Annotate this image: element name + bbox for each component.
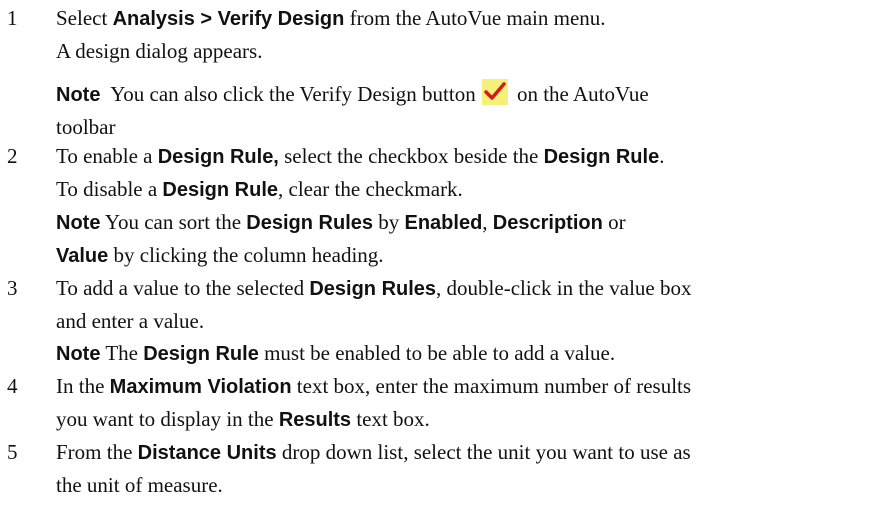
term: Design Rule	[162, 179, 278, 201]
note-label: Note	[56, 343, 101, 365]
step-number: 1	[7, 6, 18, 30]
text: A design dialog appears.	[56, 39, 263, 63]
text: From the	[56, 440, 138, 464]
text: , clear the checkmark.	[278, 177, 463, 201]
term: Maximum Violation	[109, 376, 292, 398]
text: In the	[56, 374, 110, 398]
text: , double-click in the value box	[436, 276, 692, 300]
text: from the AutoVue main menu.	[344, 6, 606, 30]
verify-design-check-icon	[481, 79, 508, 105]
step-line: To disable a Design Rule, clear the chec…	[56, 173, 861, 206]
text: must be enabled to be able to add a valu…	[258, 341, 616, 365]
text: Select	[56, 6, 113, 30]
term: Design Rule	[543, 146, 660, 168]
step-line: To enable a Design Rule, select the chec…	[56, 140, 861, 173]
step-line: and enter a value.	[56, 305, 861, 337]
step-line: A design dialog appears.	[56, 35, 861, 67]
step-body: To enable a Design Rule, select the chec…	[56, 140, 861, 272]
step-body: To add a value to the selected Design Ru…	[56, 272, 861, 370]
text: You can sort the	[100, 210, 247, 234]
menu-path: Analysis > Verify Design	[112, 8, 345, 30]
step-number: 4	[7, 374, 18, 398]
step-line: the unit of measure.	[56, 469, 861, 501]
note-line: Note You can also click the Verify Desig…	[56, 78, 861, 111]
text: by	[373, 210, 405, 234]
instruction-document: 1 Select Analysis > Verify Design from t…	[0, 0, 871, 512]
text: by clicking the column heading.	[108, 243, 384, 267]
note-line: Note You can sort the Design Rules by En…	[56, 206, 861, 239]
step-line: From the Distance Units drop down list, …	[56, 436, 861, 469]
text: the unit of measure.	[56, 473, 223, 497]
text: toolbar	[56, 115, 116, 139]
text: drop down list, select the unit you want…	[276, 440, 691, 464]
step-line: To add a value to the selected Design Ru…	[56, 272, 861, 305]
text: text box.	[351, 407, 430, 431]
term: Design Rule,	[157, 146, 279, 168]
step-body: In the Maximum Violation text box, enter…	[56, 370, 861, 436]
step-body: Select Analysis > Verify Design from the…	[56, 2, 861, 67]
term: Results	[278, 409, 352, 431]
note-line: Note The Design Rule must be enabled to …	[56, 337, 861, 370]
term: Design Rules	[246, 212, 373, 234]
step-number: 5	[7, 440, 18, 464]
text: The	[100, 341, 144, 365]
step-line: In the Maximum Violation text box, enter…	[56, 370, 861, 403]
step-number: 2	[7, 144, 18, 168]
text: and enter a value.	[56, 309, 205, 333]
term: Design Rule	[143, 343, 259, 365]
text: select the checkbox beside the	[278, 144, 544, 168]
text: To add a value to the selected	[56, 276, 310, 300]
text: text box, enter the maximum number of re…	[291, 374, 692, 398]
text: You can also click the Verify Design but…	[110, 82, 476, 106]
text: or	[602, 210, 626, 234]
note-label: Note	[56, 84, 101, 106]
text: To enable a	[56, 144, 158, 168]
step-number: 3	[7, 276, 18, 300]
step-line: Select Analysis > Verify Design from the…	[56, 2, 861, 35]
term: Distance Units	[137, 442, 277, 464]
note-line: Value by clicking the column heading.	[56, 239, 861, 272]
term: Design Rules	[309, 278, 437, 300]
step-line: you want to display in the Results text …	[56, 403, 861, 436]
text: .	[659, 144, 665, 168]
note-body: Note You can also click the Verify Desig…	[56, 78, 861, 143]
text: ,	[482, 210, 493, 234]
note-line: toolbar	[56, 111, 861, 143]
text: To disable a	[56, 177, 163, 201]
step-body: From the Distance Units drop down list, …	[56, 436, 861, 501]
term: Description	[492, 212, 603, 234]
text: you want to display in the	[56, 407, 279, 431]
term: Enabled	[404, 212, 483, 234]
note-label: Note	[56, 212, 101, 234]
term: Value	[56, 245, 109, 267]
text: on the AutoVue	[516, 82, 649, 106]
